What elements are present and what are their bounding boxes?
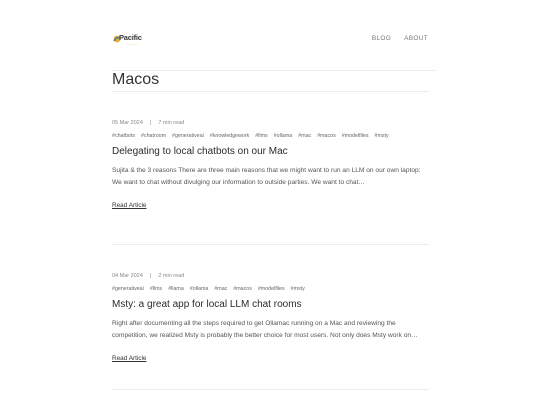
post-meta: 04 Mar 2024 | 2 min read xyxy=(112,272,429,280)
tag-link[interactable]: #knowledgework xyxy=(210,132,249,140)
tag-link[interactable]: #chatbots xyxy=(112,132,135,140)
site-logo[interactable]: Pacific ········· xyxy=(113,33,143,47)
tag-link[interactable]: #ollama xyxy=(190,285,209,293)
tag-list: #generativeai #llms #llama #ollama #mac … xyxy=(112,285,429,293)
post-divider xyxy=(112,244,429,245)
post-title-link[interactable]: Msty: a great app for local LLM chat roo… xyxy=(112,298,429,311)
post-excerpt: Sujita & the 3 reasons There are three m… xyxy=(112,167,421,186)
tag-link[interactable]: #msty xyxy=(375,132,389,140)
tag-link[interactable]: #generativeai xyxy=(172,132,204,140)
tag-list: #chatbots #chatroom #generativeai #knowl… xyxy=(112,132,429,140)
post-date: 05 Mar 2024 xyxy=(112,120,143,126)
tag-link[interactable]: #llama xyxy=(168,285,184,293)
post-title-link[interactable]: Delegating to local chatbots on our Mac xyxy=(112,145,429,158)
tag-link[interactable]: #msty xyxy=(291,285,305,293)
post-excerpt: Right after documenting all the steps re… xyxy=(112,320,418,339)
tag-link[interactable]: #mac xyxy=(298,132,311,140)
page: Pacific ········· BLOG ABOUT Macos 05 Ma… xyxy=(0,0,540,405)
meta-separator: | xyxy=(149,120,152,126)
logo-text: Pacific xyxy=(119,33,142,42)
tag-link[interactable]: #modelfiles xyxy=(342,132,369,140)
tag-link[interactable]: #macos xyxy=(233,285,252,293)
tag-link[interactable]: #ollama xyxy=(274,132,293,140)
nav-about-link[interactable]: ABOUT xyxy=(404,35,428,42)
meta-separator: | xyxy=(149,273,152,279)
tag-link[interactable]: #chatroom xyxy=(141,132,166,140)
main-nav: BLOG ABOUT xyxy=(372,35,428,42)
header-divider xyxy=(112,70,436,71)
read-article-link[interactable]: Read Article xyxy=(112,202,146,209)
post-read-time: 7 min read xyxy=(158,120,185,126)
tag-link[interactable]: #macos xyxy=(317,132,336,140)
nav-blog-link[interactable]: BLOG xyxy=(372,35,391,42)
tag-link[interactable]: #modelfiles xyxy=(258,285,285,293)
tag-link[interactable]: #llms xyxy=(150,285,162,293)
tag-link[interactable]: #generativeai xyxy=(112,285,144,293)
page-title: Macos xyxy=(112,71,160,88)
post-read-time: 2 min read xyxy=(158,273,185,279)
post-card: 04 Mar 2024 | 2 min read #generativeai #ll… xyxy=(112,272,429,365)
post-date: 04 Mar 2024 xyxy=(112,273,143,279)
title-divider xyxy=(112,91,429,92)
post-divider xyxy=(112,389,429,390)
read-article-link[interactable]: Read Article xyxy=(112,355,146,362)
post-card: 05 Mar 2024 | 7 min read #chatbots #chatro… xyxy=(112,119,429,212)
tag-link[interactable]: #mac xyxy=(214,285,227,293)
logo-subtext: ········· xyxy=(126,42,138,47)
post-meta: 05 Mar 2024 | 7 min read xyxy=(112,119,429,127)
tag-link[interactable]: #llms xyxy=(255,132,267,140)
